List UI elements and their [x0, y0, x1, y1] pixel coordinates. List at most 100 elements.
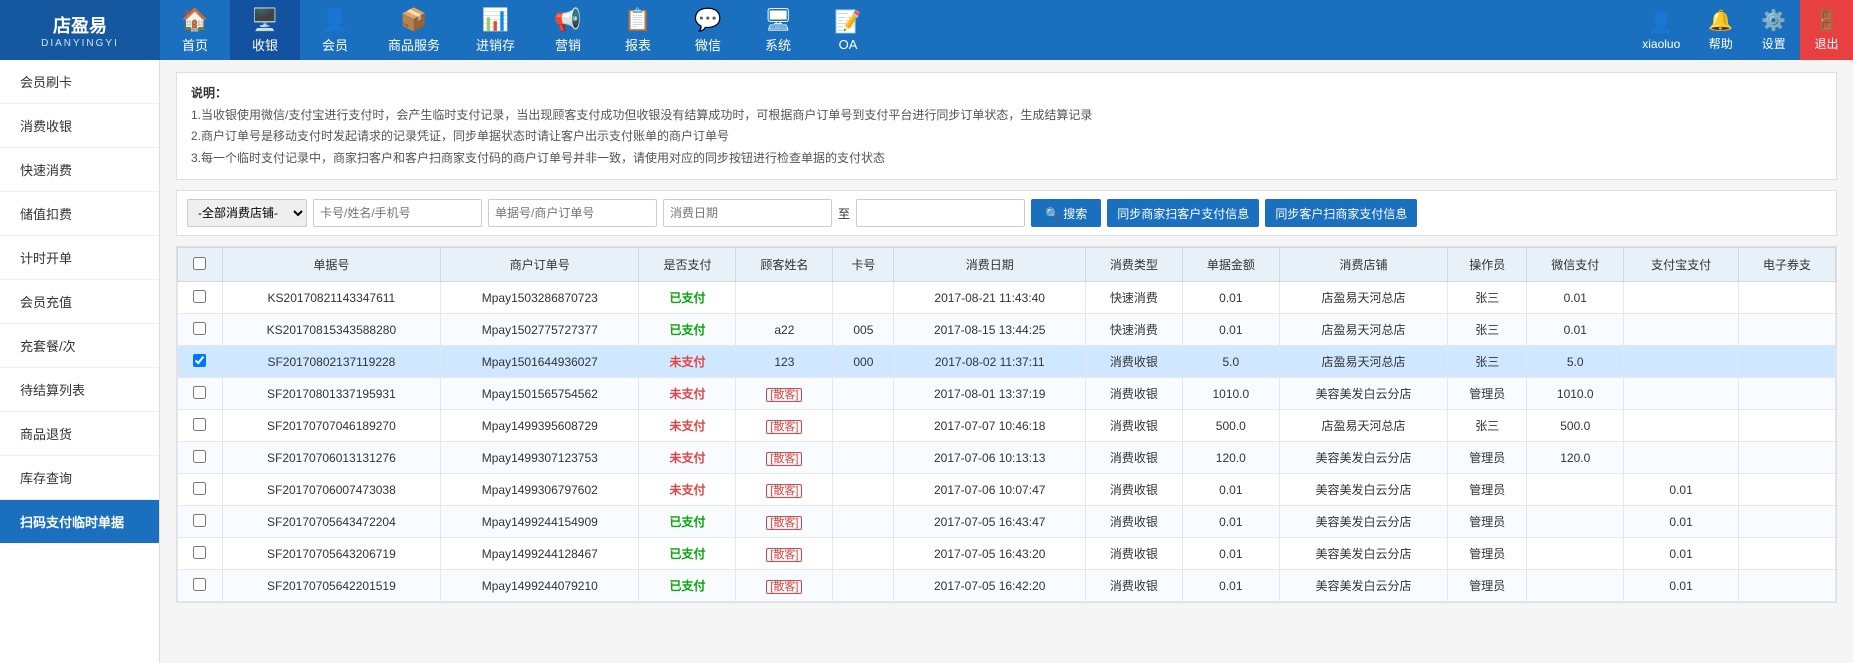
sidebar-item-储值扣费[interactable]: 储值扣费 — [0, 192, 159, 236]
sidebar-item-计时开单[interactable]: 计时开单 — [0, 236, 159, 280]
consume-type-0: 快速消费 — [1085, 282, 1182, 314]
table-row: KS20170821143347611Mpay1503286870723已支付2… — [178, 282, 1836, 314]
nav-right-item-xiaoluo[interactable]: 👤 xiaoluo — [1628, 0, 1694, 60]
sidebar-item-商品退货[interactable]: 商品退货 — [0, 412, 159, 456]
consume-date-9: 2017-07-05 16:42:20 — [894, 570, 1085, 602]
date-start-input[interactable] — [663, 199, 832, 227]
nav-right-item-设置[interactable]: ⚙️设置 — [1747, 0, 1800, 60]
table-row: SF20170801337195931Mpay1501565754562未支付[… — [178, 378, 1836, 410]
sidebar-item-会员充值[interactable]: 会员充值 — [0, 280, 159, 324]
order-no-8: SF20170705643206719 — [222, 538, 440, 570]
consume-type-1: 快速消费 — [1085, 314, 1182, 346]
coupon-5 — [1739, 442, 1836, 474]
row-checkbox-2[interactable] — [178, 346, 223, 378]
order-input[interactable] — [488, 199, 657, 227]
nav-item-进销存[interactable]: 📊进销存 — [458, 0, 533, 60]
table-row: KS20170815343588280Mpay1502775727377已支付a… — [178, 314, 1836, 346]
sidebar-item-快速消费[interactable]: 快速消费 — [0, 148, 159, 192]
col-header-4: 顾客姓名 — [736, 248, 833, 282]
sync-customer-button[interactable]: 同步客户扫商家支付信息 — [1265, 199, 1417, 227]
nav-right-label: xiaoluo — [1642, 37, 1680, 51]
nav-item-微信[interactable]: 💬 微信 — [673, 0, 743, 60]
nav-right-icon-xiaoluo: 👤 — [1649, 10, 1674, 35]
row-checkbox-0[interactable] — [178, 282, 223, 314]
customer-name-4: [散客] — [736, 410, 833, 442]
top-nav: 店盈易 DIANYINGYI 🏠首页🖥️收银👤会员📦商品服务📊进销存📢营销📋报表… — [0, 0, 1853, 60]
nav-item-会员[interactable]: 👤会员 — [300, 0, 370, 60]
wechat-pay-4: 500.0 — [1527, 410, 1624, 442]
nav-item-OA[interactable]: 📝OA — [813, 0, 883, 60]
paid-status-0: 已支付 — [639, 282, 736, 314]
row-checkbox-5[interactable] — [178, 442, 223, 474]
notice-title: 说明： — [191, 86, 227, 100]
coupon-6 — [1739, 474, 1836, 506]
col-header-1: 单据号 — [222, 248, 440, 282]
order-no-0: KS20170821143347611 — [222, 282, 440, 314]
member-input[interactable] — [313, 199, 482, 227]
nav-right-item-帮助[interactable]: 🔔帮助 — [1694, 0, 1747, 60]
consume-type-2: 消费收银 — [1085, 346, 1182, 378]
row-checkbox-8[interactable] — [178, 538, 223, 570]
guest-tag: [散客] — [766, 516, 802, 530]
row-checkbox-9[interactable] — [178, 570, 223, 602]
sidebar-item-消费收银[interactable]: 消费收银 — [0, 104, 159, 148]
nav-right-item-退出[interactable]: 🚪退出 — [1800, 0, 1853, 60]
customer-name-3: [散客] — [736, 378, 833, 410]
amount-5: 120.0 — [1182, 442, 1279, 474]
nav-item-商品服务[interactable]: 📦商品服务 — [370, 0, 458, 60]
row-checkbox-6[interactable] — [178, 474, 223, 506]
table-row: SF20170707046189270Mpay1499395608729未支付[… — [178, 410, 1836, 442]
row-checkbox-1[interactable] — [178, 314, 223, 346]
nav-item-首页[interactable]: 🏠首页 — [160, 0, 230, 60]
sidebar-item-扫码支付临时单据[interactable]: 扫码支付临时单据 — [0, 500, 159, 544]
paid-status-6: 未支付 — [639, 474, 736, 506]
select-all-checkbox[interactable] — [193, 257, 206, 270]
amount-7: 0.01 — [1182, 506, 1279, 538]
merchant-no-9: Mpay1499244079210 — [441, 570, 639, 602]
wechat-pay-7 — [1527, 506, 1624, 538]
coupon-8 — [1739, 538, 1836, 570]
card-no-7 — [833, 506, 894, 538]
sidebar-item-充套餐/次[interactable]: 充套餐/次 — [0, 324, 159, 368]
notice-box: 说明： 1.当收银使用微信/支付宝进行支付时，会产生临时支付记录，当出现顾客支付… — [176, 72, 1837, 180]
merchant-no-2: Mpay1501644936027 — [441, 346, 639, 378]
consume-type-8: 消费收银 — [1085, 538, 1182, 570]
nav-label: 首页 — [182, 35, 208, 54]
customer-name-5: [散客] — [736, 442, 833, 474]
nav-items: 🏠首页🖥️收银👤会员📦商品服务📊进销存📢营销📋报表 💬 微信 🖥系统📝OA — [160, 0, 1628, 60]
nav-label: 微信 — [695, 35, 721, 54]
nav-item-系统[interactable]: 🖥系统 — [743, 0, 813, 60]
wechat-pay-8 — [1527, 538, 1624, 570]
operator-3: 管理员 — [1448, 378, 1527, 410]
coupon-4 — [1739, 410, 1836, 442]
nav-item-收银[interactable]: 🖥️收银 — [230, 0, 300, 60]
operator-7: 管理员 — [1448, 506, 1527, 538]
operator-8: 管理员 — [1448, 538, 1527, 570]
sync-merchant-button[interactable]: 同步商家扫客户支付信息 — [1107, 199, 1259, 227]
card-no-8 — [833, 538, 894, 570]
col-header-13: 电子券支 — [1739, 248, 1836, 282]
nav-item-营销[interactable]: 📢营销 — [533, 0, 603, 60]
shop-select[interactable]: -全部消费店铺- — [187, 199, 307, 227]
sidebar-item-库存查询[interactable]: 库存查询 — [0, 456, 159, 500]
row-checkbox-3[interactable] — [178, 378, 223, 410]
nav-label: 会员 — [322, 35, 348, 54]
search-button[interactable]: 🔍 搜索 — [1031, 199, 1101, 227]
row-checkbox-4[interactable] — [178, 410, 223, 442]
nav-icon-报表: 📋 — [624, 7, 651, 33]
nav-icon-微信: 💬 — [694, 7, 721, 33]
merchant-no-4: Mpay1499395608729 — [441, 410, 639, 442]
customer-name-8: [散客] — [736, 538, 833, 570]
nav-label: 营销 — [555, 35, 581, 54]
consume-date-6: 2017-07-06 10:07:47 — [894, 474, 1085, 506]
paid-status-9: 已支付 — [639, 570, 736, 602]
nav-right-label: 帮助 — [1709, 35, 1733, 52]
row-checkbox-7[interactable] — [178, 506, 223, 538]
guest-tag: [散客] — [766, 452, 802, 466]
col-header-9: 消费店铺 — [1279, 248, 1447, 282]
date-end-input[interactable] — [856, 199, 1025, 227]
sidebar-item-待结算列表[interactable]: 待结算列表 — [0, 368, 159, 412]
nav-item-报表[interactable]: 📋报表 — [603, 0, 673, 60]
sidebar-item-会员刷卡[interactable]: 会员刷卡 — [0, 60, 159, 104]
order-no-4: SF20170707046189270 — [222, 410, 440, 442]
